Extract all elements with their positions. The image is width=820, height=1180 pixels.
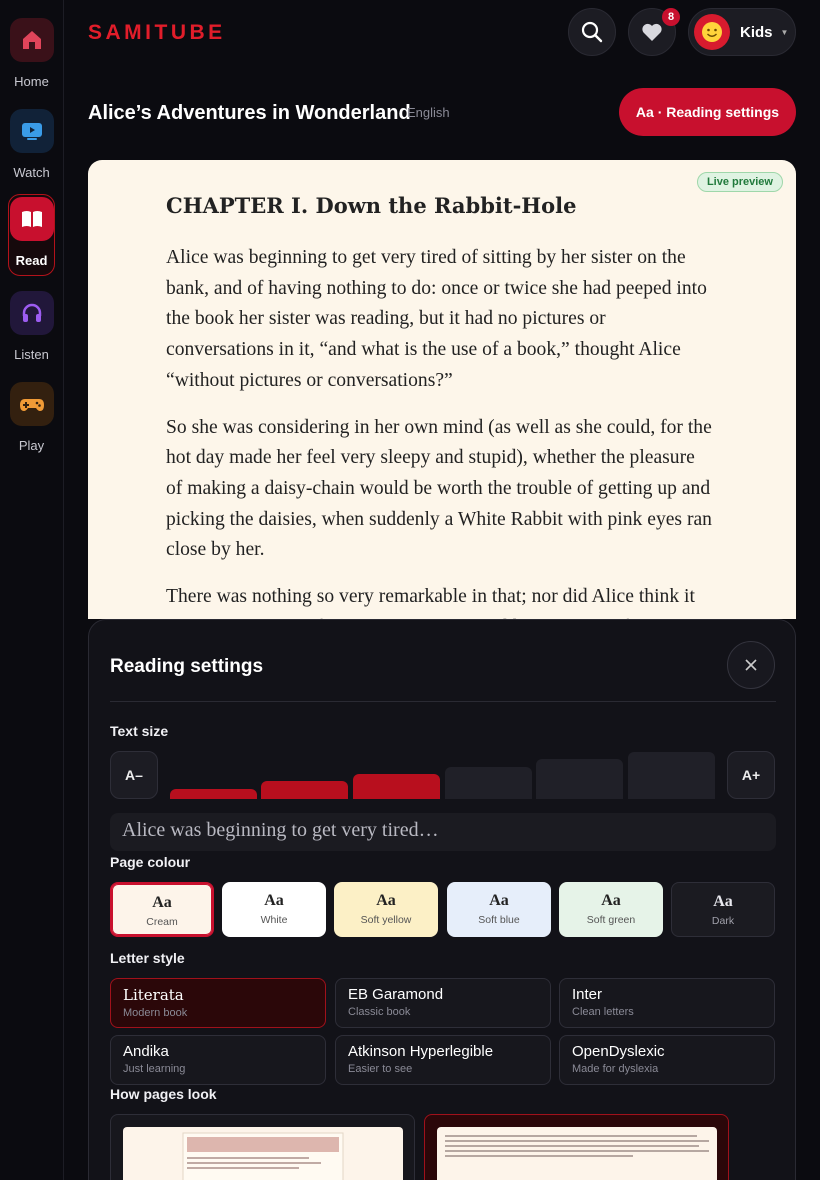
- colour-name: Cream: [146, 916, 178, 928]
- reading-settings-panel: Reading settings Text size A– A+ Alice w…: [88, 619, 796, 1180]
- sidebar-item-label: Read: [15, 253, 48, 268]
- text-size-step-2[interactable]: [261, 781, 348, 799]
- reader-text: Alice was beginning to get very tired of…: [166, 243, 716, 619]
- colour-sample: Aa: [376, 892, 396, 909]
- smiley-icon: [702, 22, 722, 42]
- text-size-step-5[interactable]: [536, 759, 623, 799]
- colour-option-dark[interactable]: Aa Dark: [671, 882, 775, 937]
- search-button[interactable]: [568, 8, 616, 56]
- live-preview-badge: Live preview: [696, 172, 783, 192]
- font-name: Atkinson Hyperlegible: [348, 1043, 494, 1060]
- colour-sample: Aa: [489, 892, 509, 909]
- tv-icon: [9, 109, 54, 153]
- colour-sample: Aa: [264, 892, 284, 909]
- page-layout-preview-icon: [182, 1132, 344, 1180]
- favorites-count-badge: 8: [662, 8, 680, 26]
- chevron-down-icon: ▼: [780, 27, 789, 37]
- layout-thumbnail: [437, 1127, 717, 1180]
- heart-icon: [642, 23, 662, 41]
- font-desc: Made for dyslexia: [572, 1063, 659, 1075]
- colour-option-cream[interactable]: Aa Cream: [110, 882, 214, 937]
- paragraph: So she was considering in her own mind (…: [166, 416, 712, 561]
- sidebar-item-home[interactable]: Home: [8, 16, 55, 98]
- font-name: Andika: [123, 1043, 169, 1060]
- home-icon: [9, 18, 54, 62]
- colour-sample: Aa: [152, 894, 172, 911]
- colour-name: White: [260, 914, 288, 926]
- divider: [110, 701, 776, 702]
- favorites-button[interactable]: 8: [628, 8, 680, 56]
- font-option-literata[interactable]: Literata Modern book: [110, 978, 326, 1028]
- text-size-sample: Alice was beginning to get very tired…: [110, 813, 776, 851]
- text-size-step-1[interactable]: [170, 789, 257, 799]
- font-name: Inter: [572, 986, 603, 1003]
- book-language: English: [407, 105, 450, 120]
- sidebar-item-label: Listen: [14, 347, 49, 362]
- search-icon: [581, 21, 603, 43]
- colour-name: Soft blue: [478, 914, 520, 926]
- colour-option-soft-yellow[interactable]: Aa Soft yellow: [334, 882, 438, 937]
- page-look-label: How pages look: [110, 1086, 217, 1102]
- app-logo[interactable]: SAMITUBE: [88, 21, 226, 45]
- font-option-atkinson-hyperlegible[interactable]: Atkinson Hyperlegible Easier to see: [335, 1035, 551, 1085]
- font-desc: Clean letters: [572, 1006, 634, 1018]
- text-size-step-6[interactable]: [628, 752, 715, 799]
- close-icon: [745, 659, 757, 671]
- colour-option-soft-green[interactable]: Aa Soft green: [559, 882, 663, 937]
- page-colour-label: Page colour: [110, 854, 191, 870]
- font-desc: Just learning: [123, 1063, 186, 1075]
- colour-option-soft-blue[interactable]: Aa Soft blue: [447, 882, 551, 937]
- font-name: EB Garamond: [348, 986, 444, 1003]
- colour-name: Soft yellow: [360, 914, 412, 926]
- sidebar-item-read[interactable]: Read: [8, 194, 55, 276]
- font-option-andika[interactable]: Andika Just learning: [110, 1035, 326, 1085]
- close-button[interactable]: [727, 641, 775, 689]
- reading-settings-button[interactable]: Aa · Reading settings: [619, 88, 796, 136]
- font-desc: Modern book: [123, 1007, 188, 1019]
- font-desc: Easier to see: [348, 1063, 413, 1075]
- sidebar-item-label: Home: [14, 74, 49, 89]
- text-size-step-3[interactable]: [353, 774, 440, 799]
- font-option-eb-garamond[interactable]: EB Garamond Classic book: [335, 978, 551, 1028]
- gamepad-icon: [9, 382, 54, 426]
- text-size-label: Text size: [110, 723, 169, 739]
- colour-name: Soft green: [586, 914, 636, 926]
- increase-text-size-button[interactable]: A+: [727, 751, 775, 799]
- panel-title: Reading settings: [110, 656, 264, 677]
- colour-option-white[interactable]: Aa White: [222, 882, 326, 937]
- font-option-inter[interactable]: Inter Clean letters: [559, 978, 775, 1028]
- paragraph: Alice was beginning to get very tired of…: [166, 247, 707, 391]
- sidebar: Home Watch Read Listen Play: [0, 0, 64, 1180]
- sidebar-item-label: Watch: [13, 165, 50, 180]
- page-layout-option-full-width[interactable]: [424, 1114, 729, 1180]
- sidebar-item-listen[interactable]: Listen: [8, 289, 55, 371]
- paragraph: There was nothing so very remarkable in …: [166, 586, 695, 619]
- reader-page: Live preview CHAPTER I. Down the Rabbit-…: [88, 160, 796, 619]
- colour-name: Dark: [711, 915, 735, 927]
- layout-thumbnail: [123, 1127, 403, 1180]
- page-layout-option-centered[interactable]: [110, 1114, 415, 1180]
- sidebar-item-watch[interactable]: Watch: [8, 107, 55, 189]
- headphones-icon: [9, 291, 54, 335]
- book-title: Alice’s Adventures in Wonderland: [88, 102, 411, 124]
- letter-style-label: Letter style: [110, 950, 185, 966]
- sidebar-item-label: Play: [18, 438, 45, 453]
- page-layout-preview-icon: [445, 1135, 709, 1157]
- colour-sample: Aa: [713, 893, 733, 910]
- decrease-text-size-button[interactable]: A–: [110, 751, 158, 799]
- font-name: OpenDyslexic: [572, 1043, 665, 1060]
- chapter-title: CHAPTER I. Down the Rabbit-Hole: [166, 193, 577, 218]
- profile-switcher[interactable]: Kids ▼: [688, 8, 796, 56]
- font-name: Literata: [123, 986, 184, 1004]
- profile-name: Kids: [740, 23, 773, 41]
- colour-sample: Aa: [601, 892, 621, 909]
- sidebar-item-play[interactable]: Play: [8, 380, 55, 462]
- avatar: [694, 14, 730, 50]
- text-size-step-4[interactable]: [445, 767, 532, 799]
- font-desc: Classic book: [348, 1006, 411, 1018]
- font-option-opendyslexic[interactable]: OpenDyslexic Made for dyslexia: [559, 1035, 775, 1085]
- book-icon: [9, 197, 54, 241]
